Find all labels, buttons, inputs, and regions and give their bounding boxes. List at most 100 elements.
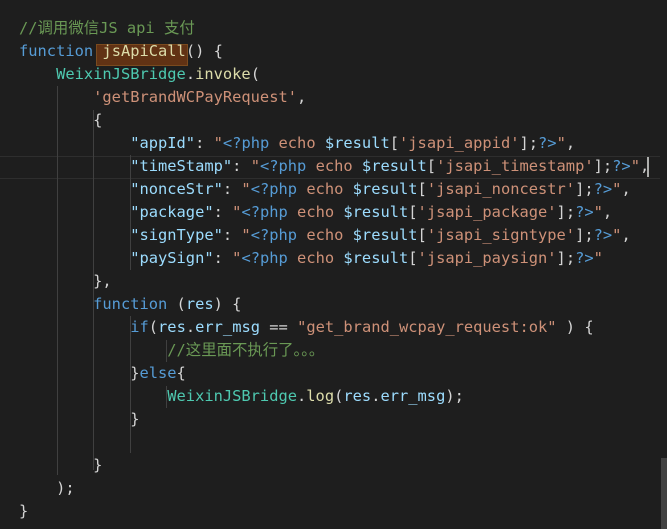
code-token: ( — [148, 318, 159, 336]
code-token: invoke — [195, 65, 251, 83]
code-token: else — [139, 364, 177, 382]
code-line[interactable]: //这里面不执行了。。。 — [19, 339, 324, 362]
code-line[interactable]: 'getBrandWCPayRequest', — [19, 86, 306, 109]
code-token: 'getBrandWCPayRequest' — [93, 88, 297, 106]
code-line[interactable]: "paySign": " <?php echo $result['jsapi_pa… — [19, 247, 603, 270]
code-token: //调用微信JS api 支付 — [19, 19, 195, 37]
code-line[interactable]: WeixinJSBridge.invoke( — [19, 63, 260, 86]
code-token: , — [297, 88, 307, 106]
code-line[interactable]: ); — [19, 477, 75, 500]
code-token: , — [602, 203, 613, 221]
code-token: [ — [408, 249, 418, 267]
code-token: "signType" — [130, 226, 223, 244]
code-token: } — [19, 364, 140, 382]
code-token: " — [241, 226, 251, 244]
code-token: ( — [250, 65, 260, 83]
code-token: " — [593, 249, 603, 267]
code-token: ?> — [593, 226, 613, 244]
code-token: <?php — [222, 134, 270, 152]
code-line[interactable]: //调用微信JS api 支付 — [19, 17, 195, 40]
code-token: 'jsapi_paysign' — [417, 249, 557, 267]
code-token: ]; — [519, 134, 539, 152]
code-token: <?php — [250, 226, 298, 244]
code-token: ( — [334, 387, 344, 405]
code-token: echo — [297, 180, 353, 198]
code-token: " — [250, 157, 260, 175]
code-token: [ — [426, 157, 437, 175]
code-token: res — [343, 387, 372, 405]
code-token: ) { — [213, 295, 242, 313]
code-token: : — [195, 134, 214, 152]
code-line[interactable]: "package": " <?php echo $result['jsapi_pa… — [19, 201, 612, 224]
code-token: ?> — [612, 157, 631, 175]
code-line[interactable]: "appId": " <?php echo $result['jsapi_appi… — [19, 132, 575, 155]
code-token: . — [185, 65, 196, 83]
code-line[interactable]: WeixinJSBridge.log(res.err_msg); — [19, 385, 464, 408]
code-token: . — [297, 387, 307, 405]
code-token: $result — [324, 134, 390, 152]
code-token: function — [93, 295, 168, 313]
code-line[interactable]: } — [19, 408, 139, 431]
code-token: { — [176, 364, 186, 382]
code-token: [ — [417, 226, 427, 244]
code-token: WeixinJSBridge — [167, 387, 297, 405]
code-line[interactable]: { — [19, 109, 102, 132]
code-line[interactable]: } — [19, 454, 102, 477]
code-token: WeixinJSBridge — [56, 65, 186, 83]
code-token: "package" — [130, 203, 214, 221]
code-token: , — [565, 134, 576, 152]
code-line[interactable]: "nonceStr": "<?php echo $result['jsapi_n… — [19, 178, 631, 201]
code-token: [ — [417, 180, 427, 198]
code-token: echo — [287, 249, 344, 267]
code-line[interactable]: "timeStamp": "<?php echo $result['jsapi_… — [19, 155, 649, 178]
code-token: <?php — [241, 203, 288, 221]
code-line[interactable]: function jsApiCall() { — [19, 40, 223, 63]
code-token: : — [232, 157, 251, 175]
code-token: { — [19, 111, 103, 129]
code-token: err_msg — [380, 387, 446, 405]
code-token: "timeStamp" — [130, 157, 233, 175]
code-token: $result — [352, 226, 418, 244]
code-token: : — [222, 226, 242, 244]
code-token: , — [621, 180, 631, 198]
code-token: [ — [389, 134, 400, 152]
code-editor[interactable]: //调用微信JS api 支付 function jsApiCall() { We… — [0, 0, 667, 529]
code-token: $result — [352, 180, 418, 198]
code-token: "appId" — [130, 134, 196, 152]
code-token: ); — [19, 479, 75, 497]
code-line[interactable]: } — [19, 500, 28, 523]
code-line[interactable]: function (res) { — [19, 293, 241, 316]
vertical-scrollbar-thumb[interactable] — [661, 458, 667, 529]
code-token: } — [19, 456, 103, 474]
code-token: function — [19, 42, 94, 60]
code-line[interactable]: }, — [19, 270, 112, 293]
code-token: <?php — [259, 157, 307, 175]
code-token: ?> — [593, 180, 613, 198]
code-token: log — [306, 387, 335, 405]
code-token: <?php — [250, 180, 298, 198]
code-token: echo — [269, 134, 325, 152]
code-line[interactable]: if(res.err_msg == "get_brand_wcpay_reque… — [19, 316, 593, 339]
code-token: ]; — [556, 203, 576, 221]
code-token: 'jsapi_timestamp' — [436, 157, 594, 175]
code-line[interactable]: "signType": "<?php echo $result['jsapi_s… — [19, 224, 631, 247]
code-token: ]; — [556, 249, 576, 267]
code-token: "paySign" — [130, 249, 214, 267]
code-token: " — [241, 180, 251, 198]
code-line[interactable]: }else{ — [19, 362, 186, 385]
code-token: " — [556, 134, 566, 152]
code-token: 'jsapi_appid' — [399, 134, 520, 152]
code-token: , — [621, 226, 631, 244]
code-token: " — [593, 203, 603, 221]
code-token: echo — [297, 226, 353, 244]
